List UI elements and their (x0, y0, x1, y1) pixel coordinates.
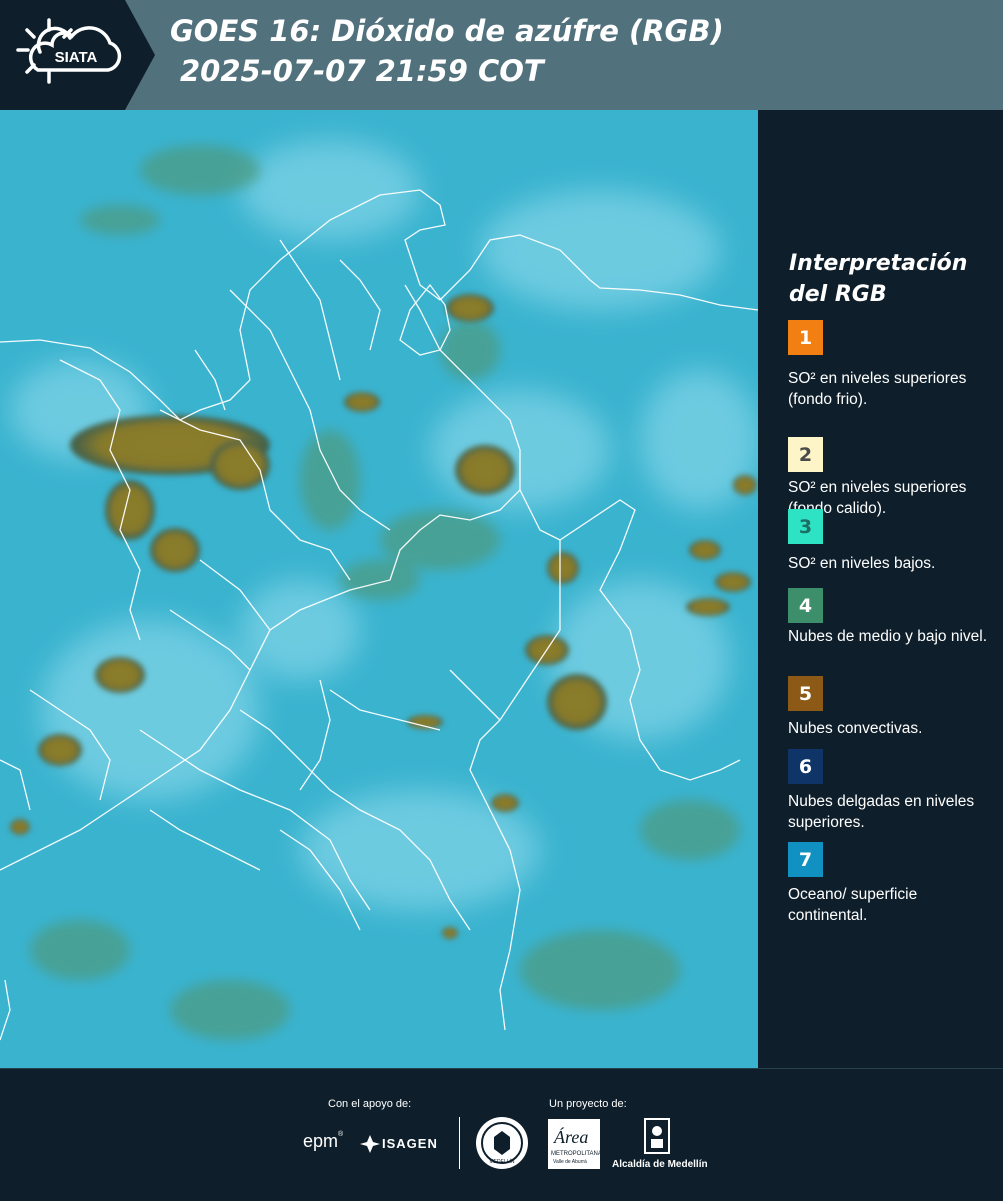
support-label: Con el apoyo de: (328, 1098, 412, 1110)
area-logo-sub: METROPOLITANA (551, 1151, 602, 1157)
legend-label-1: SO² en niveles superiores (fondo frio). (788, 370, 967, 408)
siata-logo-text: SIATA (55, 49, 98, 66)
alcaldia-shield-icon (644, 1118, 670, 1154)
alcaldia-text: Alcaldía de Medellín (612, 1159, 708, 1170)
legend-swatch-1: 1 (788, 320, 823, 355)
isagen-logo-text: ISAGEN (382, 1136, 438, 1151)
legend-swatch-2: 2 (788, 437, 823, 472)
legend-label-3: SO² en niveles bajos. (788, 555, 936, 572)
medellin-seal-text: MEDELLÍN (489, 1158, 514, 1165)
header-bar: SIATA GOES 16: Dióxido de azúfre (RGB) 2… (0, 0, 1003, 110)
legend-swatch-6: 6 (788, 749, 823, 784)
siata-logo: SIATA (0, 0, 155, 110)
legend-swatch-3: 3 (788, 509, 823, 544)
legend-title: Interpretación del RGB (789, 251, 968, 307)
alcaldia-logo: Alcaldía de Medellín (612, 1117, 708, 1173)
epm-logo: epm® (303, 1131, 344, 1151)
page-timestamp: 2025-07-07 21:59 COT (180, 54, 544, 88)
satellite-map[interactable] (0, 110, 758, 1068)
epm-logo-text: epm (303, 1131, 339, 1151)
seal-icon: MEDELLÍN (481, 1122, 523, 1165)
legend-swatch-7: 7 (788, 842, 823, 877)
legend-label-7: Oceano/ superficie continental. (788, 886, 918, 924)
area-metropolitana-logo: Área METROPOLITANA Valle de Aburrá (548, 1119, 602, 1169)
legend-label-4: Nubes de medio y bajo nivel. (788, 628, 988, 645)
legend-panel: Interpretación del RGB 1 SO² en niveles s… (758, 110, 1003, 1068)
legend-label-6: Nubes delgadas en niveles superiores. (788, 793, 975, 831)
legend-swatch-5: 5 (788, 676, 823, 711)
project-label: Un proyecto de: (549, 1098, 627, 1110)
area-logo-text: Área (554, 1127, 589, 1147)
page-title: GOES 16: Dióxido de azúfre (RGB) (170, 14, 724, 48)
footer: Con el apoyo de: Un proyecto de: epm® IS… (0, 1068, 1003, 1201)
area-logo-sub2: Valle de Aburrá (553, 1159, 587, 1165)
legend-swatch-4: 4 (788, 588, 823, 623)
isagen-icon (360, 1135, 380, 1153)
medellin-seal: MEDELLÍN (476, 1117, 528, 1169)
legend-label-5: Nubes convectivas. (788, 720, 923, 737)
isagen-logo: ISAGEN (359, 1133, 444, 1155)
footer-divider (459, 1117, 460, 1169)
